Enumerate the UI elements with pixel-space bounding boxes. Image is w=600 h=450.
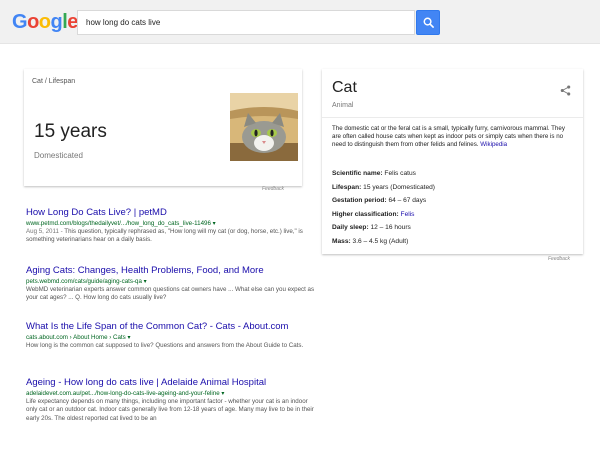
wikipedia-link[interactable]: Wikipedia (480, 141, 507, 148)
fact-value: 3.6 – 4.5 kg (Adult) (352, 237, 409, 245)
fact-row: Higher classification: Felis (332, 208, 572, 222)
panel-title: Cat (332, 79, 357, 96)
panel-description-text: The domestic cat or the feral cat is a s… (332, 125, 565, 148)
fact-value: 12 – 16 hours (370, 224, 411, 231)
panel-facts: Scientific name: Felis catus Lifespan: 1… (332, 167, 572, 248)
result-snippet: Life expectancy depends on many things, … (26, 398, 314, 422)
answer-breadcrumb[interactable]: Cat / Lifespan (32, 78, 75, 85)
fact-label: Higher classification: (332, 210, 399, 218)
result-title-link[interactable]: What Is the Life Span of the Common Cat?… (26, 321, 316, 333)
search-box[interactable] (77, 10, 415, 35)
result-title-link[interactable]: Ageing - How long do cats live | Adelaid… (26, 377, 316, 389)
result-snippet: WebMD veterinarian experts answer common… (26, 286, 315, 302)
top-bar: Google (0, 0, 600, 44)
share-icon (560, 85, 571, 96)
panel-feedback-link[interactable]: Feedback (548, 256, 570, 262)
logo-letter: G (12, 11, 28, 33)
cat-image[interactable] (230, 93, 298, 161)
search-icon (423, 17, 434, 28)
logo-letter: g (50, 11, 63, 33)
fact-link[interactable]: Felis (401, 211, 415, 218)
share-button[interactable] (560, 83, 571, 101)
answer-feedback-link[interactable]: Feedback (262, 186, 284, 192)
fact-value: 64 – 67 days (388, 197, 427, 204)
cat-photo (230, 93, 298, 161)
google-logo[interactable]: Google (12, 11, 78, 34)
search-result: Aging Cats: Changes, Health Problems, Fo… (26, 265, 316, 303)
fact-value: Felis catus (384, 170, 416, 177)
fact-row: Daily sleep: 12 – 16 hours (332, 221, 572, 235)
fact-label: Gestation period: (332, 197, 387, 204)
search-result: What Is the Life Span of the Common Cat?… (26, 321, 316, 350)
result-title-link[interactable]: Aging Cats: Changes, Health Problems, Fo… (26, 265, 316, 277)
result-snippet-text: This question, typically rephrased as, "… (26, 228, 303, 244)
search-result: How Long Do Cats Live? | petMD www.petmd… (26, 207, 316, 245)
fact-label: Mass: (332, 237, 351, 245)
result-title-link[interactable]: How Long Do Cats Live? | petMD (26, 207, 316, 219)
panel-subtitle: Animal (332, 102, 354, 109)
fact-row: Mass: 3.6 – 4.5 kg (Adult) (332, 235, 572, 249)
result-url[interactable]: www.petmd.com/blogs/thedailyvet/.../how_… (26, 219, 316, 228)
fact-label: Lifespan: (332, 183, 362, 191)
fact-label: Daily sleep: (332, 224, 369, 231)
panel-description: The domestic cat or the feral cat is a s… (332, 125, 572, 149)
fact-row: Lifespan: 15 years (Domesticated) (332, 181, 572, 195)
logo-letter: o (27, 11, 39, 33)
result-snippet: How long is the common cat supposed to l… (26, 342, 304, 349)
search-result: Ageing - How long do cats live | Adelaid… (26, 377, 316, 423)
panel-divider (322, 117, 583, 118)
search-input[interactable] (78, 11, 414, 34)
fact-value: 15 years (Domesticated) (363, 183, 435, 191)
answer-card: Cat / Lifespan 15 years Domesticated (24, 69, 302, 186)
result-date: Aug 5, 2011 - (26, 228, 63, 235)
fact-row: Gestation period: 64 – 67 days (332, 194, 572, 208)
result-url[interactable]: cats.about.com › About Home › Cats ▾ (26, 333, 316, 342)
result-url[interactable]: adelaidevet.com.au/pet.../how-long-do-ca… (26, 389, 316, 398)
fact-label: Scientific name: (332, 170, 383, 177)
search-button[interactable] (416, 10, 440, 35)
result-url[interactable]: pets.webmd.com/cats/guide/aging-cats-qa … (26, 277, 316, 286)
answer-value: 15 years (34, 121, 107, 142)
knowledge-panel: Cat Animal The domestic cat or the feral… (322, 69, 583, 254)
result-snippet: Aug 5, 2011 - This question, typically r… (26, 228, 316, 245)
fact-row: Scientific name: Felis catus (332, 167, 572, 181)
logo-letter: o (38, 11, 51, 33)
answer-subtitle: Domesticated (34, 151, 83, 160)
